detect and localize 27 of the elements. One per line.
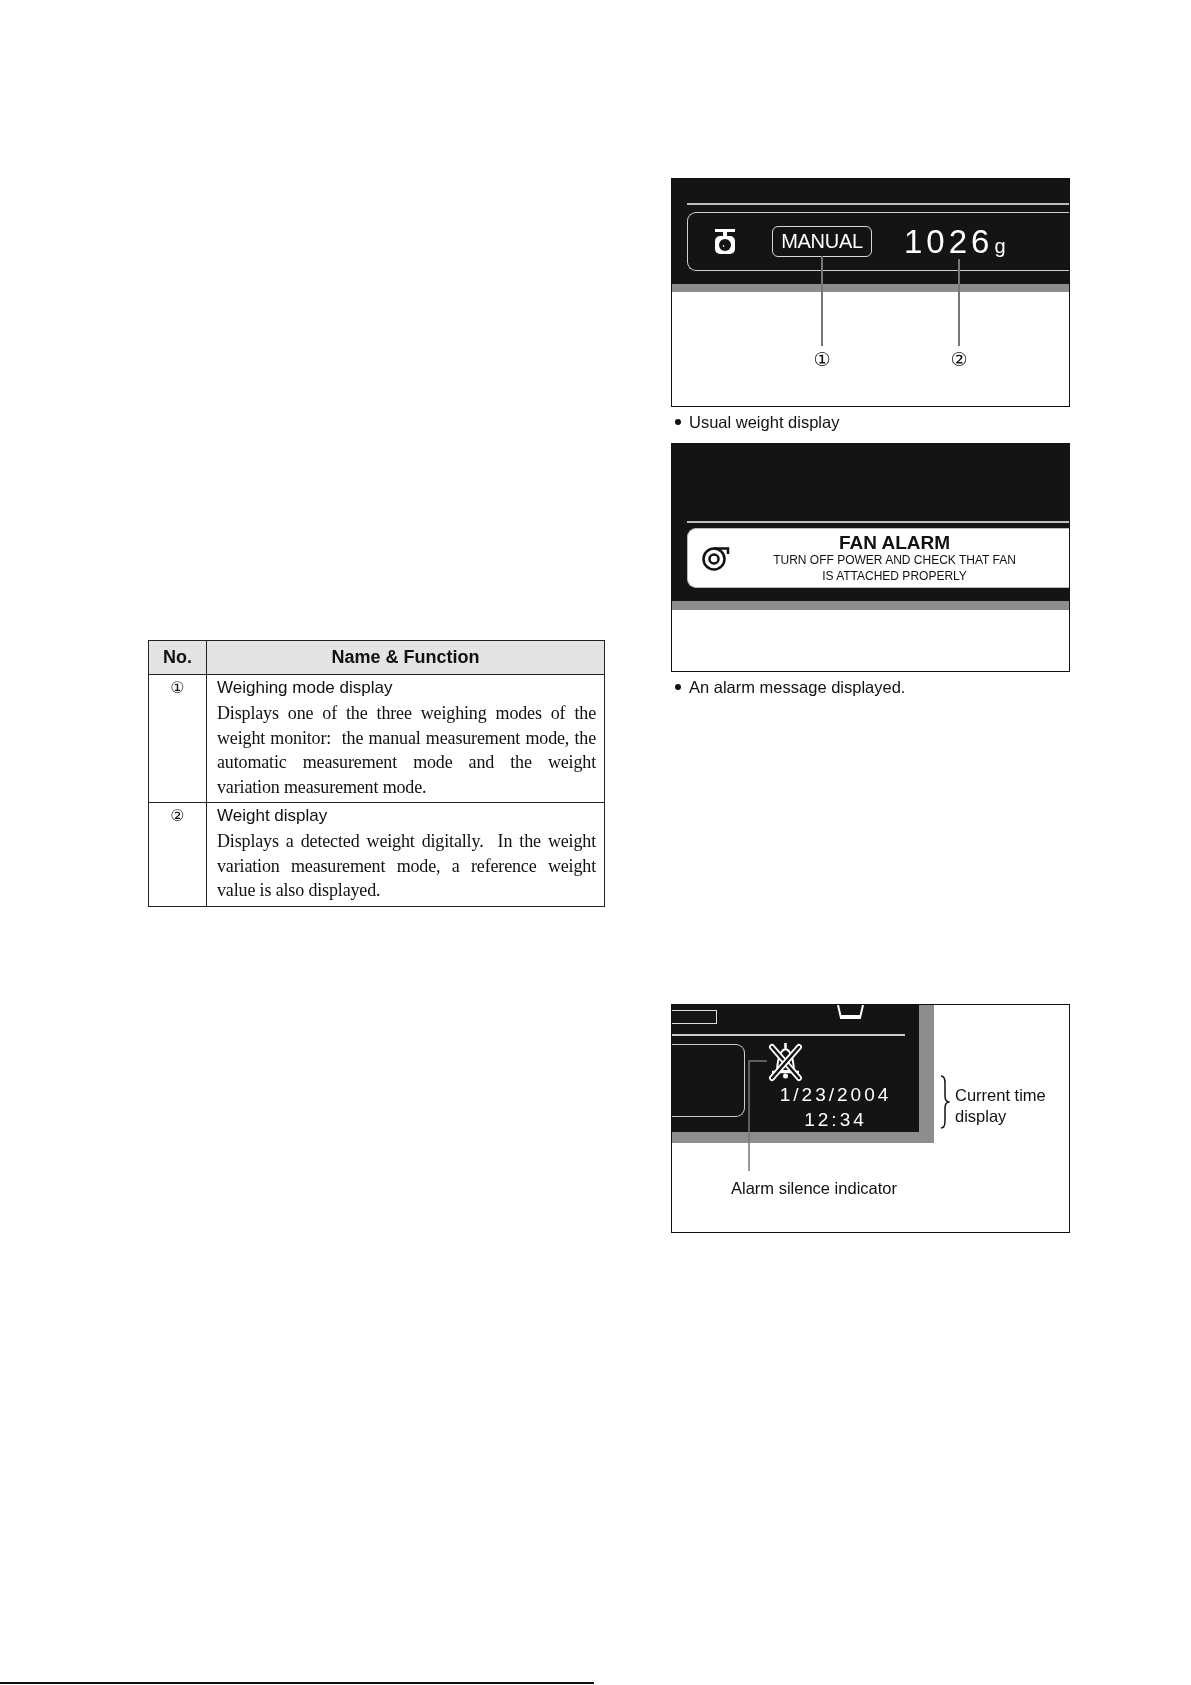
weight-value: 1026 xyxy=(904,223,994,260)
bullet-icon xyxy=(675,419,681,425)
alarm-message: TURN OFF POWER AND CHECK THAT FAN IS ATTACHED PROPERLY xyxy=(772,553,1017,584)
weight-unit: g xyxy=(994,234,1006,257)
column-header: No. xyxy=(148,640,207,675)
crossed-bell-icon xyxy=(767,1041,804,1082)
item-description: Displays one of the three weighing modes of the weight monitor: the manual measurement mode, the automatic measurement mode and the weight variation measurement mode. xyxy=(217,702,596,799)
annotation-label: Alarm silence indicator xyxy=(731,1178,897,1198)
bullet-icon xyxy=(675,684,681,690)
column-header: Name & Function xyxy=(206,640,605,675)
screen-tab-outline xyxy=(672,1010,717,1024)
figure-caption: Usual weight display xyxy=(689,412,840,432)
brace-icon xyxy=(940,1075,950,1129)
scale-icon xyxy=(714,229,736,254)
row-number: ② xyxy=(170,805,185,827)
item-name: Weight display xyxy=(217,805,329,827)
row-number: ① xyxy=(170,677,185,699)
item-name: Weighing mode display xyxy=(217,677,394,699)
alarm-title: FAN ALARM xyxy=(837,532,952,553)
figure-caption: An alarm message displayed. xyxy=(689,677,906,697)
annotation-label: Current time display xyxy=(955,1085,1047,1127)
weighing-mode-label: MANUAL xyxy=(772,226,872,257)
fan-icon xyxy=(701,544,730,572)
item-description: Displays a detected weight digitally. In the weight variation measurement mode, a reference weight value is also displayed. xyxy=(217,830,596,902)
cup-icon xyxy=(836,1005,865,1019)
date-display: 1/23/2004 xyxy=(778,1083,892,1107)
time-display: 12:34 xyxy=(803,1108,867,1132)
